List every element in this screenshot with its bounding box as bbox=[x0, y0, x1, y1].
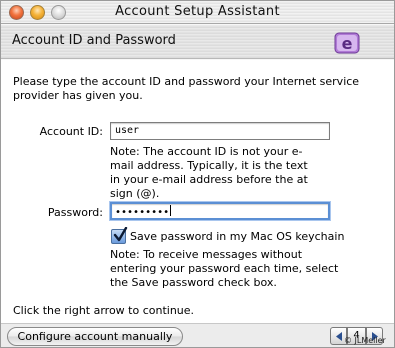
watermark: © JLMeller bbox=[344, 336, 386, 345]
intro-text: Please type the account ID and password … bbox=[13, 75, 360, 102]
step-header: Account ID and Password e bbox=[1, 25, 394, 59]
checkmark-icon bbox=[113, 227, 128, 242]
svg-text:e: e bbox=[342, 34, 353, 53]
save-password-note: Note: To receive messages without enteri… bbox=[110, 248, 339, 289]
save-password-checkbox[interactable] bbox=[111, 227, 128, 244]
window-title: Account Setup Assistant bbox=[115, 4, 280, 19]
step-content: Please type the account ID and password … bbox=[1, 60, 394, 323]
password-label: Password: bbox=[47, 206, 103, 219]
step-title: Account ID and Password bbox=[12, 33, 176, 48]
save-password-label[interactable]: Save password in my Mac OS keychain bbox=[130, 230, 344, 243]
password-field[interactable]: ••••••••• bbox=[109, 201, 331, 221]
account-id-field[interactable]: user bbox=[110, 122, 330, 140]
assistant-window: Account Setup Assistant Account ID and P… bbox=[0, 0, 395, 348]
left-arrow-icon bbox=[336, 332, 342, 341]
text-caret bbox=[170, 205, 172, 216]
password-masked-value: ••••••••• bbox=[115, 207, 170, 218]
configure-account-manually-button[interactable]: Configure account manually bbox=[7, 327, 183, 346]
account-id-note: Note: The account ID is not your e-mail … bbox=[110, 145, 308, 200]
continue-instruction: Click the right arrow to continue. bbox=[13, 304, 195, 317]
account-id-label: Account ID: bbox=[39, 125, 103, 138]
mail-app-logo-icon: e bbox=[334, 32, 360, 54]
title-bar[interactable]: Account Setup Assistant bbox=[1, 1, 394, 24]
bottom-bar: Configure account manually 4 bbox=[1, 323, 394, 347]
